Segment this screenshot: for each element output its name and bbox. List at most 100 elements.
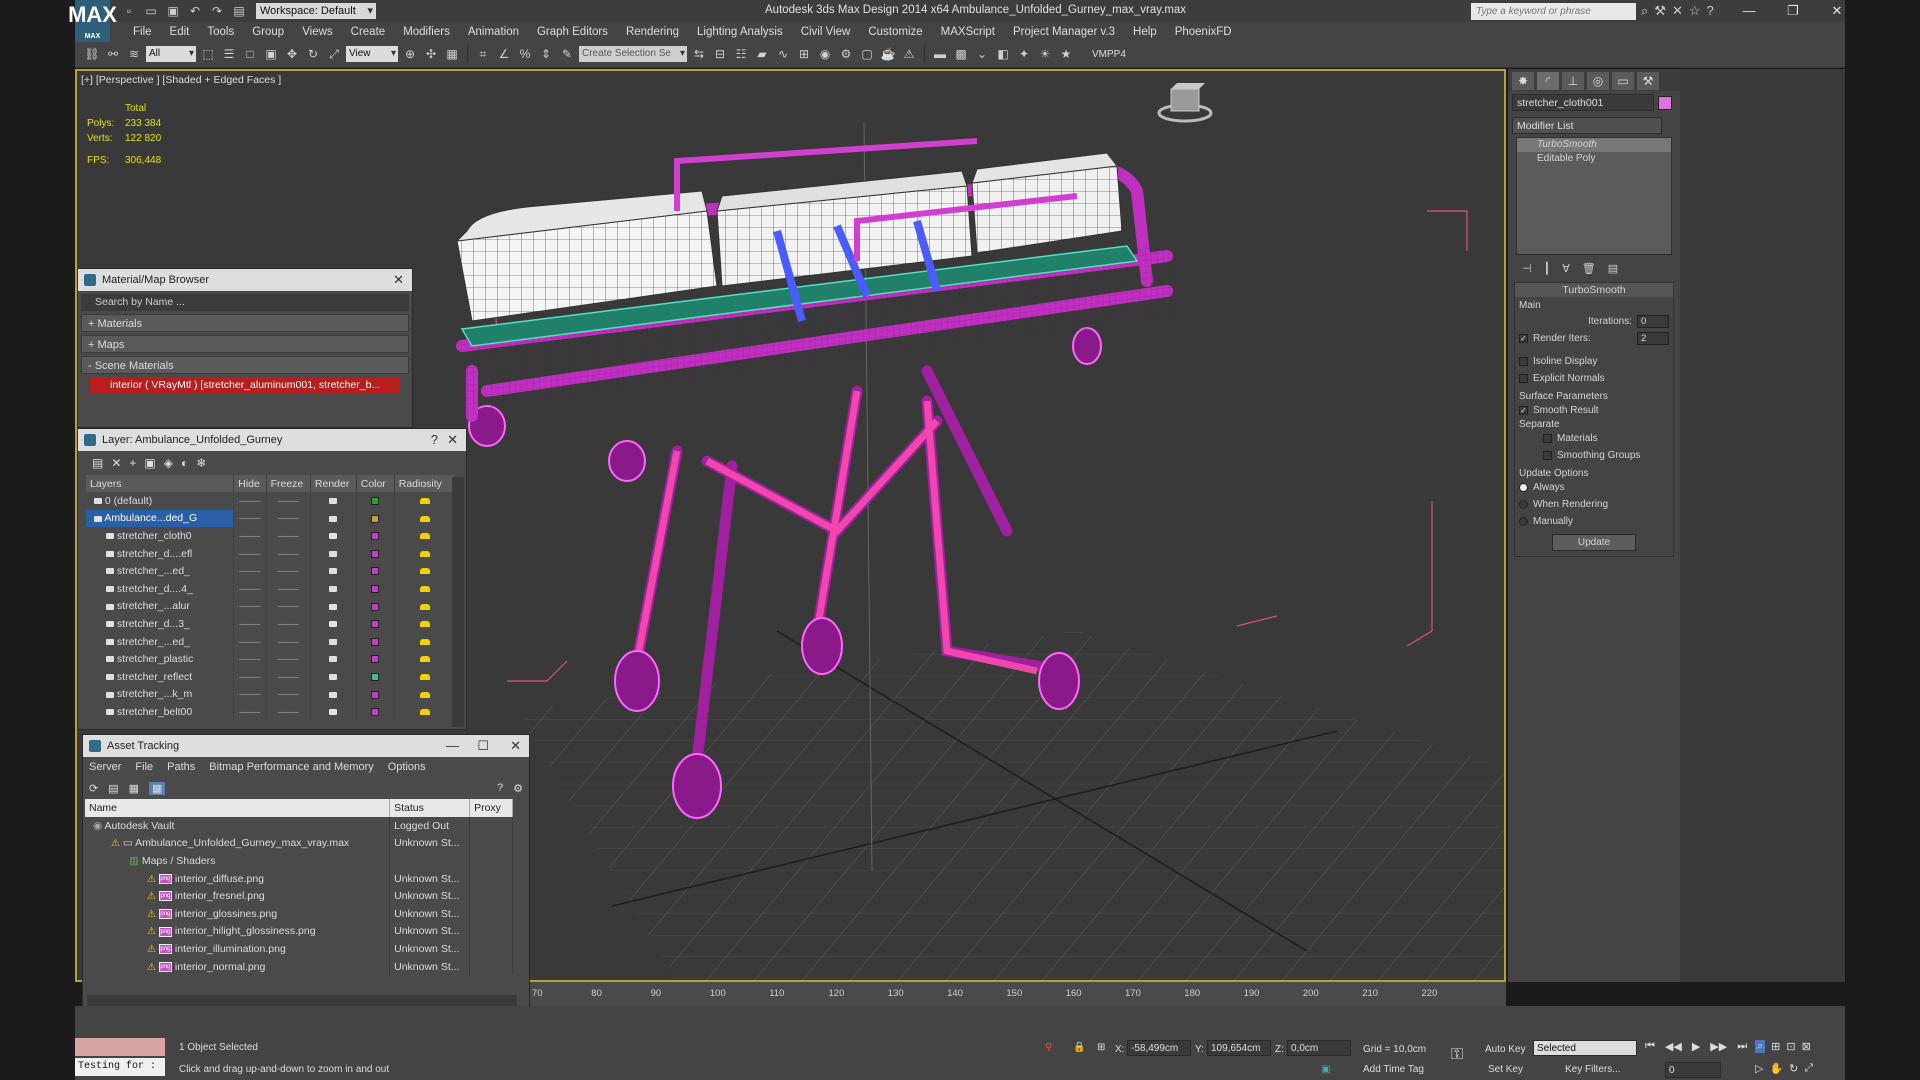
material-browser-titlebar[interactable]: Material/Map Browser ✕ bbox=[78, 269, 412, 291]
layer-radiosity-toggle[interactable] bbox=[394, 597, 457, 616]
hierarchy-tab-icon[interactable]: ⊥ bbox=[1562, 72, 1584, 90]
graphite-toolbar-icon[interactable]: ▰ bbox=[753, 45, 771, 63]
scale-icon[interactable]: ⤢ bbox=[325, 45, 343, 63]
layer-radiosity-toggle[interactable] bbox=[394, 632, 457, 651]
layer-color-swatch[interactable] bbox=[356, 632, 395, 651]
layer-color-swatch[interactable] bbox=[356, 650, 395, 668]
project-folder-icon[interactable]: ▤ bbox=[230, 3, 248, 19]
layer-name[interactable]: stretcher_...alur bbox=[117, 600, 190, 612]
reference-coordinate-dropdown[interactable]: View bbox=[346, 46, 398, 62]
layer-freeze-toggle[interactable]: —— bbox=[266, 650, 311, 668]
layer-hide-toggle[interactable]: —— bbox=[233, 544, 267, 563]
menu-help[interactable]: Help bbox=[1124, 26, 1166, 38]
angle-snap-icon[interactable]: ∠ bbox=[495, 45, 513, 63]
layer-radiosity-toggle[interactable] bbox=[394, 544, 457, 563]
viewport-label[interactable]: [+] [Perspective ] [Shaded + Edged Faces… bbox=[81, 74, 281, 86]
menu-rendering[interactable]: Rendering bbox=[617, 26, 688, 38]
layer-freeze-toggle[interactable]: —— bbox=[266, 509, 311, 528]
layer-row[interactable]: stretcher_plastic —— —— bbox=[86, 650, 457, 668]
material-search-input[interactable]: Search by Name ... bbox=[81, 294, 409, 311]
layer-row[interactable]: stretcher_cloth0 —— —— bbox=[86, 527, 457, 545]
help-icon[interactable]: ? bbox=[1707, 3, 1714, 19]
save-icon[interactable]: ▣ bbox=[164, 3, 182, 19]
layer-freeze-toggle[interactable]: —— bbox=[266, 615, 311, 633]
list-view-icon[interactable]: ▤ bbox=[108, 782, 118, 795]
layer-color-swatch[interactable] bbox=[356, 562, 395, 580]
asset-row[interactable]: ⚠ png interior_normal.png Unknown St... bbox=[85, 957, 513, 976]
go-to-start-icon[interactable]: ⏮ bbox=[1645, 1040, 1655, 1053]
layer-radiosity-toggle[interactable] bbox=[394, 650, 457, 668]
layer-hide-toggle[interactable]: —— bbox=[233, 527, 267, 545]
layer-freeze-toggle[interactable]: —— bbox=[266, 685, 311, 704]
undo-icon[interactable]: ↶ bbox=[186, 3, 204, 19]
vray-bulb-icon[interactable]: ☀ bbox=[1036, 45, 1054, 63]
isoline-display-checkbox[interactable] bbox=[1519, 357, 1528, 366]
detail-view-icon[interactable]: ▦ bbox=[129, 782, 139, 795]
layer-hide-toggle[interactable]: —— bbox=[233, 703, 267, 721]
layer-row[interactable]: stretcher_...alur —— —— bbox=[86, 597, 457, 616]
layer-freeze-toggle[interactable]: —— bbox=[266, 579, 311, 598]
stack-item-turbosmooth[interactable]: TurboSmooth bbox=[1517, 138, 1671, 152]
next-frame-icon[interactable]: ▶▶ bbox=[1710, 1040, 1727, 1053]
layer-name[interactable]: stretcher_...ed_ bbox=[117, 565, 190, 577]
help-search-input[interactable]: Type a keyword or phrase bbox=[1471, 3, 1636, 20]
redo-icon[interactable]: ↷ bbox=[208, 3, 226, 19]
layer-row[interactable]: stretcher_...k_m —— —— bbox=[86, 685, 457, 704]
open-file-icon[interactable]: ▭ bbox=[142, 3, 160, 19]
named-selection-set-dropdown[interactable]: Create Selection Se bbox=[579, 46, 687, 62]
layer-hide-toggle[interactable]: —— bbox=[233, 562, 267, 580]
vray-star-icon[interactable]: ★ bbox=[1057, 45, 1075, 63]
communication-icon[interactable]: ✕ bbox=[1672, 3, 1683, 19]
menu-views[interactable]: Views bbox=[293, 26, 341, 38]
layer-freeze-toggle[interactable]: —— bbox=[266, 527, 311, 545]
update-when-rendering-radio[interactable] bbox=[1519, 500, 1528, 509]
col-name[interactable]: Name bbox=[85, 799, 391, 817]
asset-close-button[interactable]: ✕ bbox=[510, 735, 521, 757]
y-coordinate-field[interactable]: 109,654cm bbox=[1207, 1040, 1271, 1056]
layer-color-swatch[interactable] bbox=[356, 544, 395, 563]
asset-row[interactable]: ⚠ png interior_glossines.png Unknown St... bbox=[85, 904, 513, 923]
zoom-icon[interactable]: ⌕ bbox=[1755, 1040, 1766, 1053]
layer-radiosity-toggle[interactable] bbox=[394, 685, 457, 704]
explicit-normals-checkbox[interactable] bbox=[1519, 374, 1528, 383]
layer-name[interactable]: 0 (default) bbox=[105, 495, 152, 507]
menu-animation[interactable]: Animation bbox=[459, 26, 528, 38]
zoom-all-icon[interactable]: ⊞ bbox=[1771, 1040, 1780, 1053]
col-proxy[interactable]: Proxy bbox=[469, 799, 513, 817]
layer-radiosity-toggle[interactable] bbox=[394, 562, 457, 580]
close-button[interactable]: ✕ bbox=[1815, 0, 1859, 22]
layer-render-toggle[interactable] bbox=[310, 527, 357, 545]
isolate-selection-icon[interactable]: ⚲ bbox=[1045, 1042, 1052, 1053]
render-production-icon[interactable]: ☕ bbox=[879, 45, 897, 63]
layer-hide-toggle[interactable]: —— bbox=[233, 579, 267, 598]
select-manipulate-icon[interactable]: ✣ bbox=[422, 45, 440, 63]
layer-name[interactable]: stretcher_belt00 bbox=[117, 706, 192, 718]
previous-frame-icon[interactable]: ◀◀ bbox=[1665, 1040, 1682, 1053]
layer-explorer-titlebar[interactable]: Layer: Ambulance_Unfolded_Gurney? ✕ bbox=[78, 429, 466, 451]
menu-civil-view[interactable]: Civil View bbox=[792, 26, 860, 38]
highlight-layer-icon[interactable]: ◈ bbox=[164, 456, 173, 470]
smooth-result-checkbox[interactable]: ✓ bbox=[1519, 406, 1528, 415]
spinner-snap-icon[interactable]: ⇕ bbox=[537, 45, 555, 63]
rectangular-selection-icon[interactable]: □ bbox=[241, 45, 259, 63]
layer-name[interactable]: stretcher_cloth0 bbox=[117, 530, 192, 542]
layer-render-toggle[interactable] bbox=[310, 579, 357, 598]
layer-hide-toggle[interactable]: —— bbox=[233, 667, 267, 686]
asset-row[interactable]: ⚠ png interior_hilight_glossiness.png Unkn… bbox=[85, 922, 513, 941]
window-crossing-icon[interactable]: ▣ bbox=[262, 45, 280, 63]
asset-row[interactable]: ▥ Maps / Shaders bbox=[85, 852, 513, 870]
menu-edit[interactable]: Edit bbox=[161, 26, 199, 38]
asset-minimize-button[interactable]: — bbox=[446, 735, 459, 757]
scene-materials-section[interactable]: - Scene Materials bbox=[81, 356, 409, 374]
layer-freeze-toggle[interactable]: —— bbox=[266, 703, 311, 721]
asset-maximize-button[interactable]: ☐ bbox=[477, 735, 489, 757]
layer-render-toggle[interactable] bbox=[310, 685, 357, 704]
col-status[interactable]: Status bbox=[389, 799, 471, 817]
new-layer-icon[interactable]: ▤ bbox=[92, 456, 103, 470]
edit-named-selection-icon[interactable]: ✎ bbox=[558, 45, 576, 63]
layer-color-swatch[interactable] bbox=[356, 597, 395, 616]
asset-row[interactable]: ◉ Autodesk Vault Logged Out bbox=[85, 817, 513, 835]
table-view-icon[interactable]: ▦ bbox=[149, 781, 166, 795]
layer-name[interactable]: stretcher_...ed_ bbox=[117, 636, 190, 648]
iterations-spinner[interactable]: 0 bbox=[1637, 315, 1669, 328]
